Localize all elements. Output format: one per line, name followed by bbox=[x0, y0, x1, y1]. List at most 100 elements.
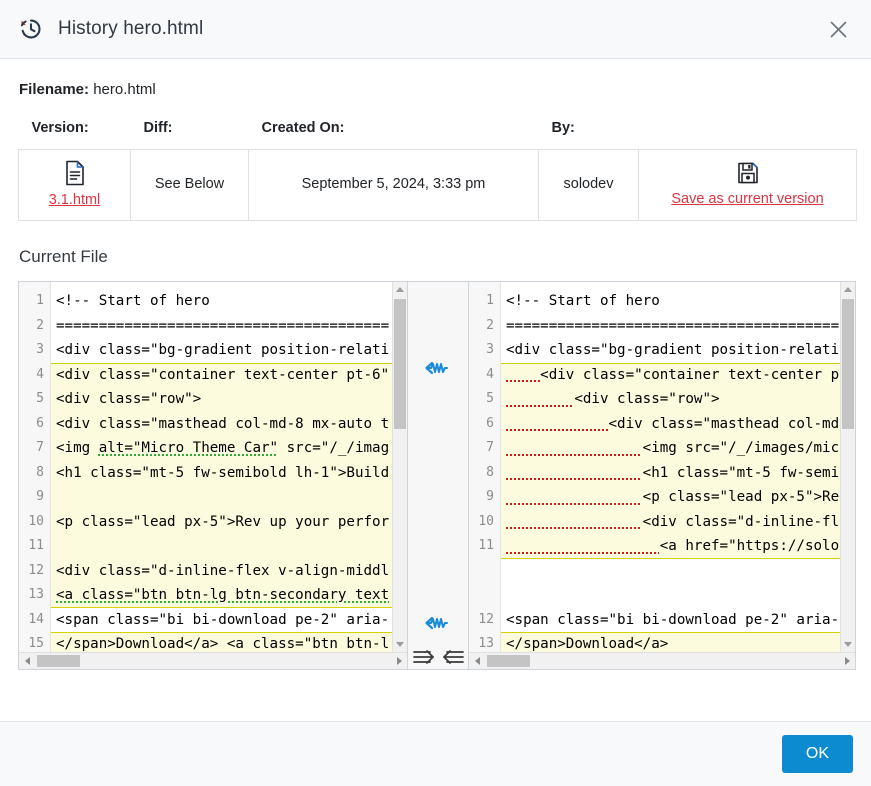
scroll-left-arrow-right-pane[interactable] bbox=[469, 657, 485, 665]
cell-diff: See Below bbox=[130, 149, 249, 221]
line-number: 3 bbox=[36, 342, 44, 357]
scroll-down-arrow-right[interactable] bbox=[841, 637, 855, 652]
code-line[interactable] bbox=[51, 534, 407, 559]
diff-merge-left-arrow-bottom[interactable] bbox=[408, 615, 468, 631]
close-button[interactable] bbox=[823, 14, 853, 44]
merge-left-icon[interactable] bbox=[439, 647, 465, 667]
column-header-created-on: Created On: bbox=[261, 120, 345, 136]
line-number: 6 bbox=[36, 415, 44, 431]
line-number bbox=[469, 583, 500, 608]
save-as-current-version-link[interactable]: Save as current version bbox=[671, 191, 823, 207]
code-line[interactable]: <!-- Start of hero bbox=[501, 289, 855, 314]
code-line[interactable]: <h1 class="mt-5 fw-semibold lh-1">Build bbox=[51, 460, 407, 485]
code-area-right: 1234567891011121314 <!-- Start of hero==… bbox=[469, 282, 855, 652]
indent-change-marker bbox=[506, 440, 643, 456]
horizontal-scroll-thumb-left[interactable] bbox=[37, 655, 80, 667]
horizontal-scroll-thumb-right[interactable] bbox=[487, 655, 530, 667]
history-clock-icon bbox=[20, 19, 41, 39]
squiggly-left-arrow-icon bbox=[425, 361, 448, 375]
line-number: 5 bbox=[36, 391, 44, 406]
diff-viewer: 1 2 3 4 5 6 7 8 9 10 11 12 13 14 15 <!-- Start of hero… bbox=[18, 281, 856, 670]
line-number: 12 bbox=[478, 611, 494, 627]
vertical-scroll-thumb-left[interactable] bbox=[394, 299, 406, 429]
code-line[interactable]: <div class="masthead col-md-8 mx- bbox=[501, 411, 855, 436]
code-line[interactable]: <img alt="Micro Theme Car" src="/_/imag bbox=[51, 436, 407, 461]
line-number: 9 bbox=[486, 489, 494, 504]
squiggly-left-arrow-icon bbox=[425, 616, 448, 630]
line-number: 5 bbox=[486, 391, 494, 406]
vertical-scrollbar-right[interactable] bbox=[840, 282, 855, 652]
code-line[interactable] bbox=[501, 583, 855, 608]
version-file-link[interactable]: 3.1.html bbox=[49, 192, 101, 208]
cell-by: solodev bbox=[538, 149, 639, 221]
code-line[interactable]: <h1 class="mt-5 fw-semibold lh- bbox=[501, 460, 855, 485]
line-number: 6 bbox=[486, 415, 494, 431]
cell-created-on: September 5, 2024, 3:33 pm bbox=[248, 149, 539, 221]
diff-merge-left-arrow-top[interactable] bbox=[408, 360, 468, 376]
code-line[interactable]: <div class="row"> bbox=[51, 387, 407, 412]
code-line[interactable]: </span>Download</a> bbox=[501, 632, 855, 652]
code-lines-left[interactable]: <!-- Start of hero ======================… bbox=[51, 282, 407, 652]
code-line[interactable]: ======================================= bbox=[501, 314, 855, 339]
scroll-right-arrow-left-pane[interactable] bbox=[391, 657, 407, 665]
merge-right-icon[interactable] bbox=[412, 647, 438, 667]
code-line[interactable]: <span class="bi bi-download pe-2" aria- bbox=[501, 608, 855, 633]
code-line[interactable]: ======================================= bbox=[51, 314, 407, 339]
indent-change-marker bbox=[506, 416, 609, 432]
code-line[interactable]: <div class="d-inline-flex v-ali bbox=[501, 509, 855, 534]
code-line[interactable]: <div class="masthead col-md-8 mx-auto t bbox=[51, 411, 407, 436]
scroll-up-arrow-left[interactable] bbox=[393, 282, 407, 297]
line-number: 14 bbox=[28, 611, 44, 627]
filename-row: Filename: hero.html bbox=[18, 81, 855, 98]
line-number-gutter-left: 1 2 3 4 5 6 7 8 9 10 11 12 13 14 15 bbox=[19, 282, 51, 652]
scroll-up-arrow-right[interactable] bbox=[841, 282, 855, 297]
column-header-actions bbox=[639, 120, 857, 150]
code-line[interactable]: </span>Download</a> <a class="btn btn-l bbox=[51, 632, 407, 652]
horizontal-scrollbar-right[interactable] bbox=[469, 652, 855, 669]
code-line[interactable]: <span class="bi bi-download pe-2" aria- bbox=[51, 608, 407, 633]
line-number: 7 bbox=[486, 440, 494, 455]
line-number: 11 bbox=[478, 538, 494, 553]
line-number: 11 bbox=[28, 538, 44, 553]
current-file-heading: Current File bbox=[19, 247, 108, 266]
code-line[interactable]: <!-- Start of hero bbox=[51, 289, 407, 314]
cell-version: 3.1.html bbox=[18, 149, 131, 221]
code-lines-right[interactable]: <!-- Start of hero ======================… bbox=[501, 282, 855, 652]
line-number: 4 bbox=[486, 366, 494, 382]
line-number: 15 bbox=[28, 636, 44, 651]
file-document-icon bbox=[65, 160, 84, 186]
spellcheck-underline: alt="Micro Theme Car" bbox=[98, 440, 279, 456]
version-table: Version: Diff: Created On: By: 3.1.html … bbox=[18, 120, 857, 221]
code-line[interactable]: <a class="btn btn-lg btn-secondary text bbox=[51, 583, 407, 608]
code-line[interactable]: <div class="d-inline-flex v-align-middl bbox=[51, 558, 407, 583]
code-line[interactable]: <p class="lead px-5">Rev up your perfor bbox=[51, 509, 407, 534]
page-title: History hero.html bbox=[58, 18, 204, 39]
line-number: 12 bbox=[28, 562, 44, 578]
spellcheck-underline: <a class="btn btn-lg btn-secondary text bbox=[56, 587, 390, 603]
scroll-down-arrow-left[interactable] bbox=[393, 637, 407, 652]
code-line[interactable]: <a href="https://solodev-micr bbox=[501, 534, 855, 559]
line-number bbox=[469, 559, 500, 584]
code-line[interactable]: <div class="row"> bbox=[501, 387, 855, 412]
code-line[interactable]: <img src="/_/images/micro-car.p bbox=[501, 436, 855, 461]
code-line[interactable]: <p class="lead px-5">Rev up you bbox=[501, 485, 855, 510]
horizontal-scrollbar-left[interactable] bbox=[19, 652, 407, 669]
code-line[interactable]: <div class="container text-center pt-6" bbox=[51, 362, 407, 387]
column-header-diff: Diff: bbox=[143, 120, 173, 136]
cell-save-action: Save as current version bbox=[638, 149, 857, 221]
vertical-scrollbar-left[interactable] bbox=[392, 282, 407, 652]
floppy-disk-save-icon bbox=[737, 162, 758, 184]
code-line[interactable]: <div class="bg-gradient position-relati bbox=[501, 338, 855, 363]
code-line[interactable]: <div class="bg-gradient position-relati bbox=[51, 338, 407, 363]
code-line[interactable]: <div class="container text-center pt- bbox=[501, 362, 855, 387]
indent-change-marker bbox=[506, 514, 643, 530]
scroll-left-arrow-left-pane[interactable] bbox=[19, 657, 35, 665]
line-number: 13 bbox=[28, 587, 44, 602]
merge-direction-controls bbox=[408, 647, 468, 667]
code-line[interactable] bbox=[501, 559, 855, 584]
modal-footer: OK bbox=[0, 721, 871, 786]
vertical-scroll-thumb-right[interactable] bbox=[842, 299, 854, 429]
scroll-right-arrow-right-pane[interactable] bbox=[839, 657, 855, 665]
ok-button[interactable]: OK bbox=[781, 735, 853, 773]
code-line[interactable] bbox=[51, 485, 407, 510]
